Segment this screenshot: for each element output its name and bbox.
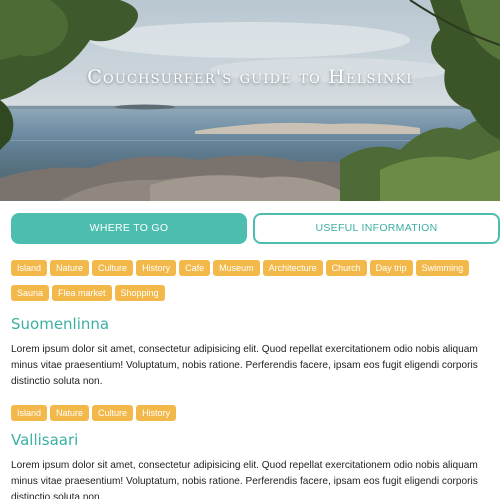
tag-filter[interactable]: Sauna [11, 285, 50, 301]
place-tag-list: Island Nature Culture History [11, 403, 491, 428]
place-card: Vallisaari Lorem ipsum dolor sit amet, c… [11, 431, 491, 499]
tag-filter[interactable]: Church [325, 260, 367, 276]
place-description: Lorem ipsum dolor sit amet, consectetur … [11, 460, 478, 499]
tag-filter[interactable]: Day trip [369, 260, 413, 276]
hero-photo [0, 0, 500, 201]
filter-tag-list: Island Nature Culture History Cafe Museum Arch… [11, 258, 491, 308]
tag-filter[interactable]: Island [11, 260, 48, 276]
tab-useful-information[interactable]: USEFUL INFORMATION [253, 213, 500, 244]
place-tag[interactable]: Nature [50, 405, 90, 421]
hero-title: Couchsurfer's guide to Helsinki [87, 66, 413, 88]
tag-filter[interactable]: Swimming [415, 260, 470, 276]
place-tag[interactable]: Island [11, 405, 48, 421]
tag-filter[interactable]: Culture [92, 260, 134, 276]
tab-bar: WHERE TO GO USEFUL INFORMATION [11, 213, 500, 244]
tab-where-to-go[interactable]: WHERE TO GO [11, 213, 247, 244]
tag-filter[interactable]: Nature [50, 260, 90, 276]
place-card: Suomenlinna Lorem ipsum dolor sit amet, … [11, 315, 491, 428]
tag-filter[interactable]: History [136, 260, 177, 276]
place-tag[interactable]: History [136, 405, 177, 421]
hero-banner: Couchsurfer's guide to Helsinki [0, 0, 500, 201]
tag-filter[interactable]: Museum [213, 260, 260, 276]
place-tag[interactable]: Culture [92, 405, 134, 421]
tag-filter[interactable]: Architecture [262, 260, 323, 276]
tag-filter[interactable]: Shopping [114, 285, 165, 301]
tag-filter[interactable]: Cafe [179, 260, 211, 276]
place-title[interactable]: Suomenlinna [11, 315, 491, 333]
tag-filter[interactable]: Flea market [52, 285, 112, 301]
place-title[interactable]: Vallisaari [11, 431, 491, 449]
place-description: Lorem ipsum dolor sit amet, consectetur … [11, 344, 478, 387]
